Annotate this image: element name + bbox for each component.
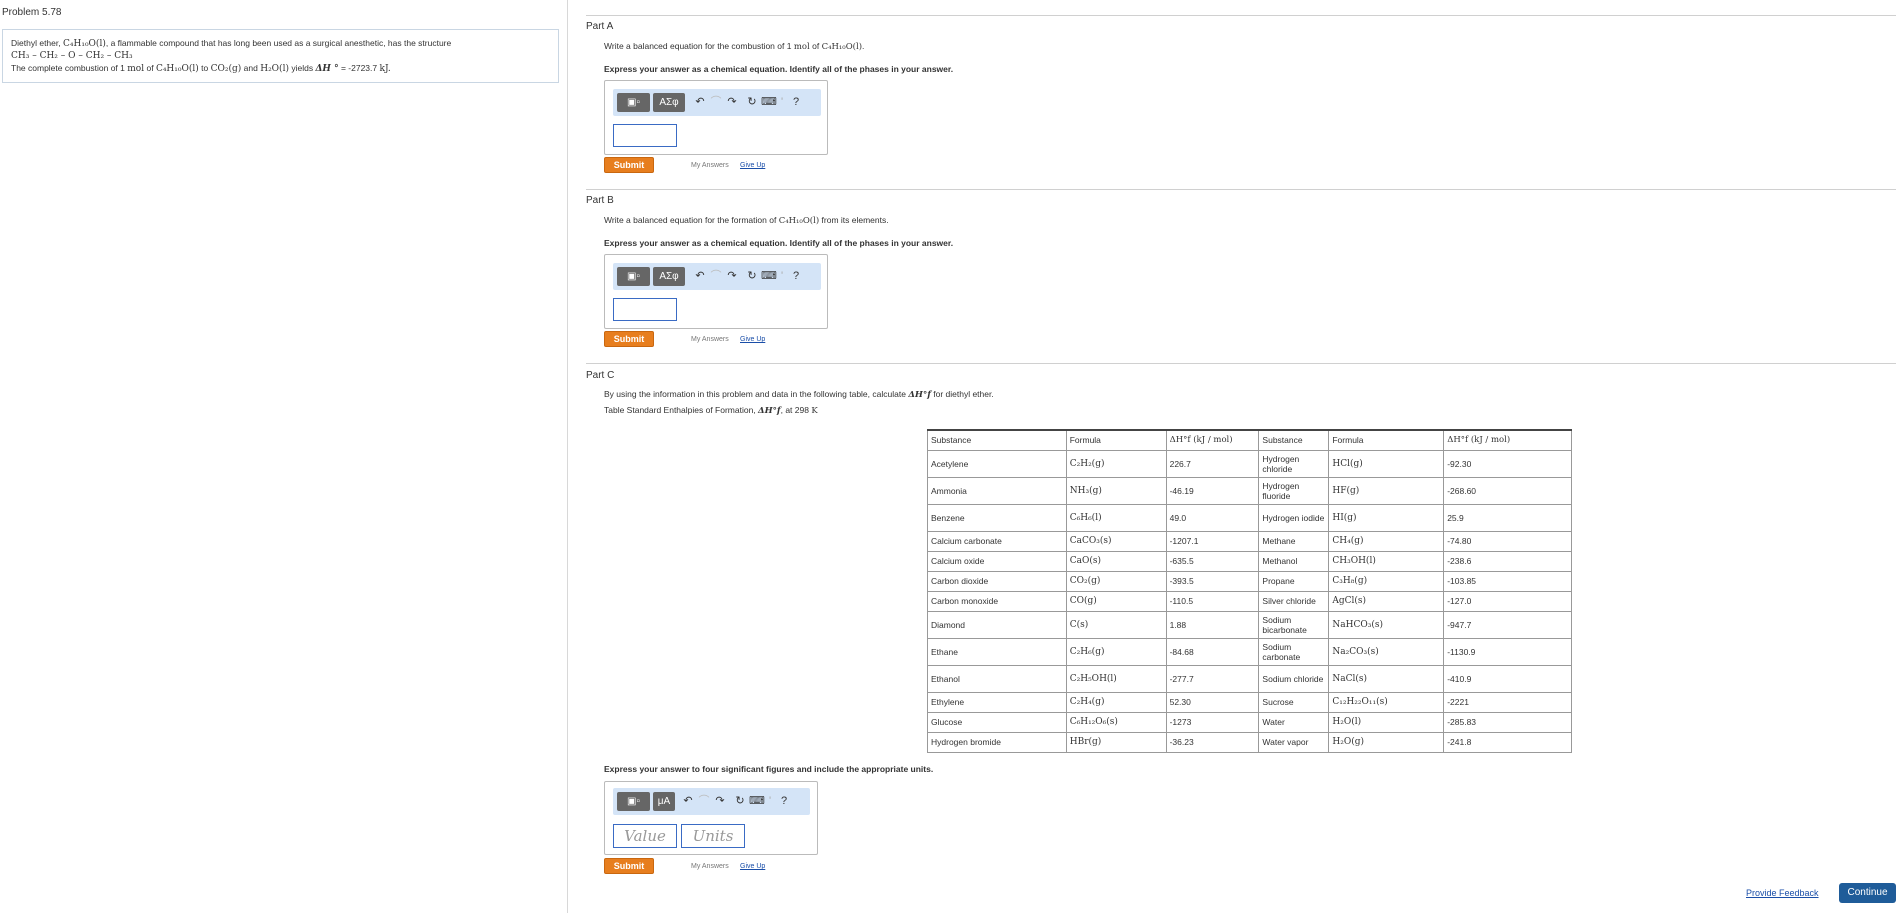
part-a-give-up-link[interactable]: Give Up <box>740 162 765 169</box>
table-row: Diamond C(s) 1.88 Sodium bicarbonate NaHCO₃(… <box>927 610 1572 639</box>
undo-alt-icon: ⌒ <box>710 96 722 108</box>
col-header-substance: Substance <box>927 429 1067 451</box>
help-icon[interactable]: ? <box>789 267 803 286</box>
templates-button[interactable]: ▣▫ <box>617 792 650 811</box>
part-b-question: Write a balanced equation for the format… <box>604 215 889 226</box>
part-a-my-answers[interactable]: My Answers <box>691 162 729 169</box>
col-header-dhf: ΔH°f (kJ / mol) <box>1165 429 1260 451</box>
undo-alt-icon: ⌒ <box>698 795 710 807</box>
tick-icon: ' <box>780 96 784 108</box>
part-c-give-up-link[interactable]: Give Up <box>740 863 765 870</box>
table-row: Ammonia NH₃(g) -46.19 Hydrogen fluoride HF(g… <box>927 476 1572 505</box>
table-row: Calcium carbonate CaCO₃(s) -1207.1 Methane C… <box>927 530 1572 552</box>
undo-icon[interactable]: ↶ <box>681 792 695 811</box>
col-header-substance-2: Substance <box>1258 429 1330 451</box>
part-b-instruction: Express your answer as a chemical equati… <box>604 238 954 248</box>
table-row: Ethanol C₂H₅OH(l) -277.7 Sodium chloride NaC… <box>927 664 1572 693</box>
structure-formula: CH₃ – CH₂ – O – CH₂ – CH₃ <box>11 51 133 61</box>
help-icon[interactable]: ? <box>789 93 803 112</box>
part-a-title: Part A <box>586 21 614 32</box>
part-b-title: Part B <box>586 195 614 206</box>
part-b-give-up-link[interactable]: Give Up <box>740 336 765 343</box>
provide-feedback-link[interactable]: Provide Feedback <box>1746 888 1819 898</box>
part-a-toolbar: ▣▫ ΑΣφ ↶ ⌒ ↷ ↻ ⌨ ' ? <box>613 89 821 116</box>
col-header-formula: Formula <box>1065 429 1167 451</box>
problem-title: Problem 5.78 <box>2 7 62 18</box>
part-b-answer-input[interactable] <box>613 298 677 321</box>
problem-line-3: The complete combustion of 1 mol of C₄H₁… <box>11 63 391 74</box>
diethyl-ether-formula: C₄H₁₀O(l) <box>63 39 106 49</box>
part-b-my-answers[interactable]: My Answers <box>691 336 729 343</box>
reset-icon[interactable]: ↻ <box>745 93 759 112</box>
keyboard-icon[interactable]: ⌨ <box>761 93 777 112</box>
table-row: Ethane C₂H₆(g) -84.68 Sodium carbonate Na₂CO… <box>927 637 1572 666</box>
table-row: Hydrogen bromide HBr(g) -36.23 Water vapor H… <box>927 731 1572 753</box>
redo-icon[interactable]: ↷ <box>725 93 739 112</box>
tick-icon: ' <box>768 795 772 807</box>
part-c-instruction: Express your answer to four significant … <box>604 764 934 774</box>
reset-icon[interactable]: ↻ <box>733 792 747 811</box>
part-c-answer-editor: ▣▫ μA ↶ ⌒ ↷ ↻ ⌨ ' ? Value Units <box>604 781 818 855</box>
part-a-submit-button[interactable]: Submit <box>604 157 654 173</box>
table-caption: Table Standard Enthalpies of Formation, … <box>604 405 818 416</box>
tick-icon: ' <box>780 270 784 282</box>
part-a-instruction: Express your answer as a chemical equati… <box>604 64 954 74</box>
reset-icon[interactable]: ↻ <box>745 267 759 286</box>
part-c-divider <box>586 363 1896 364</box>
part-c-toolbar: ▣▫ μA ↶ ⌒ ↷ ↻ ⌨ ' ? <box>613 788 810 815</box>
part-c-question: By using the information in this problem… <box>604 389 994 400</box>
table-row: Glucose C₆H₁₂O₆(s) -1273 Water H₂O(l) -285.83 <box>927 711 1572 733</box>
undo-alt-icon: ⌒ <box>710 270 722 282</box>
col-header-dhf-2: ΔH°f (kJ / mol) <box>1443 429 1572 451</box>
table-header-row: Substance Formula ΔH°f (kJ / mol) Substa… <box>927 429 1572 451</box>
part-b-answer-editor: ▣▫ ΑΣφ ↶ ⌒ ↷ ↻ ⌨ ' ? <box>604 254 828 329</box>
units-input[interactable]: Units <box>681 824 745 848</box>
table-row: Calcium oxide CaO(s) -635.5 Methanol CH₃OH(l… <box>927 550 1572 572</box>
part-a-answer-editor: ▣▫ ΑΣφ ↶ ⌒ ↷ ↻ ⌨ ' ? <box>604 80 828 155</box>
part-a-divider <box>586 15 1896 16</box>
templates-button[interactable]: ▣▫ <box>617 267 650 286</box>
greek-symbols-button[interactable]: ΑΣφ <box>653 93 685 112</box>
keyboard-icon[interactable]: ⌨ <box>749 792 765 811</box>
part-c-title: Part C <box>586 370 615 381</box>
table-row: Carbon dioxide CO₂(g) -393.5 Propane C₃H₈(g)… <box>927 570 1572 592</box>
delta-h-symbol: ΔH ° <box>315 64 339 74</box>
greek-symbols-button[interactable]: ΑΣφ <box>653 267 685 286</box>
units-button[interactable]: μA <box>653 792 675 811</box>
redo-icon[interactable]: ↷ <box>725 267 739 286</box>
enthalpy-table: Substance Formula ΔH°f (kJ / mol) Substa… <box>927 429 1572 753</box>
problem-statement: Diethyl ether, C₄H₁₀O(l), a flammable co… <box>2 29 559 83</box>
part-b-divider <box>586 189 1896 190</box>
part-c-submit-button[interactable]: Submit <box>604 858 654 874</box>
table-row: Ethylene C₂H₄(g) 52.30 Sucrose C₁₂H₂₂O₁₁(s) -… <box>927 691 1572 713</box>
table-row: Acetylene C₂H₂(g) 226.7 Hydrogen chloride HC… <box>927 449 1572 478</box>
continue-button[interactable]: Continue <box>1839 883 1896 903</box>
redo-icon[interactable]: ↷ <box>713 792 727 811</box>
part-a-question: Write a balanced equation for the combus… <box>604 41 865 52</box>
help-icon[interactable]: ? <box>777 792 791 811</box>
table-row: Benzene C₆H₆(l) 49.0 Hydrogen iodide HI(g) 25… <box>927 503 1572 532</box>
keyboard-icon[interactable]: ⌨ <box>761 267 777 286</box>
problem-line-1: Diethyl ether, C₄H₁₀O(l), a flammable co… <box>11 38 452 49</box>
part-b-submit-button[interactable]: Submit <box>604 331 654 347</box>
part-c-my-answers[interactable]: My Answers <box>691 863 729 870</box>
value-input[interactable]: Value <box>613 824 677 848</box>
part-a-answer-input[interactable] <box>613 124 677 147</box>
col-header-formula-2: Formula <box>1328 429 1445 451</box>
templates-button[interactable]: ▣▫ <box>617 93 650 112</box>
problem-panel: Problem 5.78 Diethyl ether, C₄H₁₀O(l), a… <box>0 0 568 913</box>
table-row: Carbon monoxide CO(g) -110.5 Silver chlorid… <box>927 590 1572 612</box>
part-b-toolbar: ▣▫ ΑΣφ ↶ ⌒ ↷ ↻ ⌨ ' ? <box>613 263 821 290</box>
undo-icon[interactable]: ↶ <box>693 93 707 112</box>
undo-icon[interactable]: ↶ <box>693 267 707 286</box>
